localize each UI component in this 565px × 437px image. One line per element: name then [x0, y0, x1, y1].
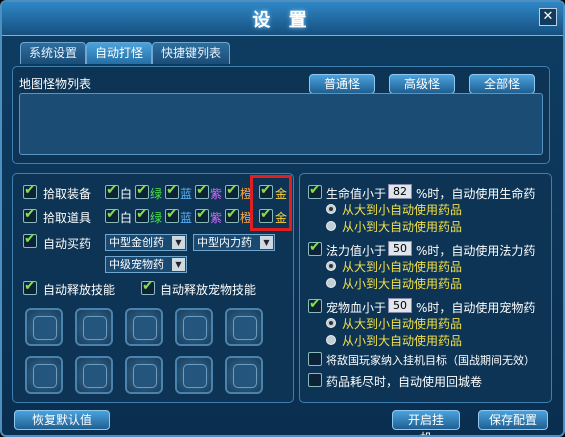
mp-order-asc-label: 从小到大自动使用药品 — [342, 277, 463, 291]
close-button[interactable]: ✕ — [539, 8, 557, 26]
equip-orange-checkbox[interactable] — [225, 182, 239, 199]
item-blue-checkbox[interactable] — [165, 206, 179, 223]
equip-purple-checkbox[interactable] — [195, 182, 209, 199]
auto-buy-label: 自动买药 — [43, 237, 92, 251]
pet-suffix: %时，自动使用宠物药 — [416, 301, 536, 315]
window-title: 设 置 — [252, 10, 313, 31]
mp-order-desc-radio[interactable] — [326, 261, 336, 271]
skill-slot[interactable] — [25, 356, 63, 394]
enemy-target-checkbox[interactable] — [308, 352, 322, 366]
skill-slot[interactable] — [125, 308, 163, 346]
hp-order-desc-label: 从大到小自动使用药品 — [342, 203, 463, 217]
skill-slot[interactable] — [75, 356, 113, 394]
mp-prefix: 法力值小于 — [326, 244, 387, 258]
mp-order-asc-radio[interactable] — [326, 278, 336, 288]
skill-slot[interactable] — [175, 308, 213, 346]
item-white-label: 白 — [120, 211, 133, 225]
mp-potion-value: 中型内力药 — [197, 236, 252, 249]
mp-suffix: %时，自动使用法力药 — [416, 244, 536, 258]
chevron-down-icon: ▼ — [172, 236, 185, 249]
pickup-item-checkbox[interactable] — [23, 206, 37, 223]
hp-prefix: 生命值小于 — [326, 187, 387, 201]
equip-green-label: 绿 — [150, 187, 163, 201]
tab-auto-combat[interactable]: 自动打怪 — [86, 42, 153, 64]
hp-potion-value: 中型金创药 — [109, 236, 164, 249]
auto-return-checkbox[interactable] — [308, 373, 322, 387]
start-autoplay-button[interactable]: 开启挂机 — [392, 410, 460, 435]
settings-window: 设 置 ✕ 系统设置 自动打怪 快捷键列表 地图怪物列表 普通怪 高级怪 全部怪… — [0, 0, 565, 437]
hp-checkbox[interactable] — [308, 182, 322, 199]
chevron-down-icon: ▼ — [172, 258, 185, 271]
save-config-button[interactable]: 保存配置 — [478, 410, 548, 430]
tab-system-settings[interactable]: 系统设置 — [20, 42, 87, 64]
pickup-equip-checkbox[interactable] — [23, 182, 37, 199]
pickup-equip-label: 拾取装备 — [43, 187, 92, 201]
skill-slot[interactable] — [75, 308, 113, 346]
item-blue-label: 蓝 — [180, 211, 193, 225]
equip-purple-label: 紫 — [210, 187, 223, 201]
equip-blue-label: 蓝 — [180, 187, 193, 201]
all-monster-button[interactable]: 全部怪 — [469, 74, 535, 94]
skill-slot[interactable] — [25, 308, 63, 346]
auto-skill-label: 自动释放技能 — [43, 283, 116, 297]
pet-potion-dropdown[interactable]: 中级宠物药 ▼ — [105, 256, 187, 273]
equip-green-checkbox[interactable] — [135, 182, 149, 199]
mp-checkbox[interactable] — [308, 239, 322, 256]
item-green-label: 绿 — [150, 211, 163, 225]
item-purple-checkbox[interactable] — [195, 206, 209, 223]
title-bar[interactable]: 设 置 ✕ — [2, 2, 563, 36]
gold-highlight-box — [250, 175, 292, 231]
skill-slot[interactable] — [225, 308, 263, 346]
pet-potion-value: 中级宠物药 — [109, 258, 164, 271]
hp-order-desc-radio[interactable] — [326, 204, 336, 214]
pet-prefix: 宠物血小于 — [326, 301, 387, 315]
reset-defaults-button[interactable]: 恢复默认值 — [14, 410, 110, 430]
pet-order-desc-radio[interactable] — [326, 318, 336, 328]
auto-skill-checkbox[interactable] — [23, 278, 37, 295]
potion-panel: 生命值小于 82 %时，自动使用生命药 从大到小自动使用药品 从小到大自动使用药… — [299, 173, 552, 403]
hp-potion-dropdown[interactable]: 中型金创药 ▼ — [105, 234, 187, 251]
skill-slot[interactable] — [175, 356, 213, 394]
equip-white-checkbox[interactable] — [105, 182, 119, 199]
hp-threshold-input[interactable]: 82 — [388, 184, 412, 199]
pet-order-desc-label: 从大到小自动使用药品 — [342, 317, 463, 331]
skill-slot[interactable] — [225, 356, 263, 394]
chevron-down-icon: ▼ — [260, 236, 273, 249]
elite-monster-button[interactable]: 高级怪 — [389, 74, 455, 94]
item-green-checkbox[interactable] — [135, 206, 149, 223]
monster-list[interactable] — [19, 93, 543, 155]
item-white-checkbox[interactable] — [105, 206, 119, 223]
mp-order-desc-label: 从大到小自动使用药品 — [342, 260, 463, 274]
mp-threshold-input[interactable]: 50 — [388, 241, 412, 256]
auto-pet-skill-label: 自动释放宠物技能 — [160, 283, 257, 297]
enemy-target-label: 将敌国玩家纳入挂机目标（国战期间无效） — [326, 354, 535, 367]
equip-white-label: 白 — [120, 187, 133, 201]
pet-hp-checkbox[interactable] — [308, 296, 322, 313]
pet-order-asc-radio[interactable] — [326, 335, 336, 345]
equip-blue-checkbox[interactable] — [165, 182, 179, 199]
hp-order-asc-label: 从小到大自动使用药品 — [342, 220, 463, 234]
item-orange-checkbox[interactable] — [225, 206, 239, 223]
pet-threshold-input[interactable]: 50 — [388, 298, 412, 313]
tab-hotkey-list[interactable]: 快捷键列表 — [152, 42, 231, 64]
pet-order-asc-label: 从小到大自动使用药品 — [342, 334, 463, 348]
normal-monster-button[interactable]: 普通怪 — [309, 74, 375, 94]
monster-list-panel: 地图怪物列表 普通怪 高级怪 全部怪 — [12, 66, 550, 164]
auto-pet-skill-checkbox[interactable] — [141, 278, 155, 295]
auto-buy-checkbox[interactable] — [23, 231, 37, 248]
skill-slot[interactable] — [125, 356, 163, 394]
monster-list-label: 地图怪物列表 — [19, 77, 92, 91]
hp-suffix: %时，自动使用生命药 — [416, 187, 536, 201]
auto-return-label: 药品耗尽时，自动使用回城卷 — [326, 375, 483, 389]
hp-order-asc-radio[interactable] — [326, 221, 336, 231]
item-purple-label: 紫 — [210, 211, 223, 225]
mp-potion-dropdown[interactable]: 中型内力药 ▼ — [193, 234, 275, 251]
pickup-item-label: 拾取道具 — [43, 211, 92, 225]
